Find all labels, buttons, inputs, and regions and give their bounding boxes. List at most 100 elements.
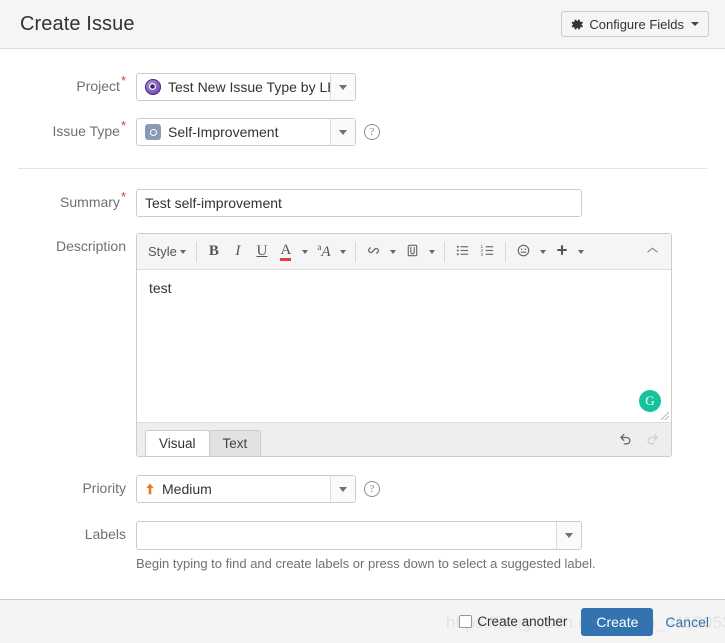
issue-type-label: Issue Type* <box>0 118 136 144</box>
field-row-project: Project* Test New Issue Type by LEO… <box>0 73 725 101</box>
editor-toolbar: Style B I U A aA 1 2 3 <box>137 234 671 270</box>
issue-type-label-text: Issue Type <box>52 123 120 139</box>
numbered-list-button[interactable]: 123 <box>475 239 500 265</box>
create-another-label: Create another <box>477 614 568 629</box>
project-avatar-icon <box>145 79 161 95</box>
priority-select[interactable]: Medium <box>136 475 356 503</box>
footer-actions: Create another Create Cancel <box>459 607 711 636</box>
field-row-summary: Summary* <box>0 189 725 217</box>
description-control: Style B I U A aA 1 2 3 test G Visual Tex… <box>136 233 672 457</box>
collapse-chevron-icon <box>645 243 660 261</box>
project-control: Test New Issue Type by LEO… <box>136 73 356 101</box>
description-editor: Style B I U A aA 1 2 3 test G Visual Tex… <box>136 233 672 457</box>
resize-grip-icon[interactable] <box>661 412 669 420</box>
emoji-button[interactable] <box>511 239 536 265</box>
description-label: Description <box>0 233 136 259</box>
labels-dropdown-arrow[interactable] <box>556 522 581 549</box>
field-row-description: Description Style B I U A aA 1 2 3 test … <box>0 233 725 457</box>
required-asterisk: * <box>120 118 126 134</box>
font-size-button[interactable]: aA <box>312 239 336 265</box>
collapse-toolbar-button[interactable] <box>640 239 665 265</box>
labels-select[interactable] <box>136 521 582 550</box>
labels-label-text: Labels <box>84 526 126 542</box>
issue-type-dropdown-arrow[interactable] <box>330 119 355 145</box>
priority-label-text: Priority <box>82 480 126 496</box>
paperclip-icon <box>405 243 420 261</box>
bulleted-list-button[interactable] <box>450 239 475 265</box>
description-content-area[interactable]: test G <box>137 270 671 422</box>
chevron-down-icon <box>339 84 347 90</box>
dialog-body: Project* Test New Issue Type by LEO… Iss… <box>0 73 725 623</box>
underline-button[interactable]: U <box>250 239 274 265</box>
font-size-a-glyph: aA <box>317 242 331 260</box>
summary-input[interactable] <box>136 189 582 217</box>
svg-text:3: 3 <box>480 252 483 257</box>
issue-type-select[interactable]: Self-Improvement <box>136 118 356 146</box>
project-label: Project* <box>0 73 136 99</box>
project-select[interactable]: Test New Issue Type by LEO… <box>136 73 356 101</box>
priority-help-icon[interactable]: ? <box>364 481 380 497</box>
create-another-checkbox[interactable]: Create another <box>459 614 567 629</box>
text-color-a-glyph: A <box>280 242 292 261</box>
gear-icon <box>571 18 584 31</box>
plus-icon <box>555 243 569 260</box>
style-dropdown-button[interactable]: Style <box>143 239 191 265</box>
issue-type-icon <box>145 124 161 140</box>
bold-button[interactable]: B <box>202 239 226 265</box>
italic-button[interactable]: I <box>226 239 250 265</box>
page-title: Create Issue <box>20 12 135 35</box>
chevron-down-icon <box>339 486 347 492</box>
link-button[interactable] <box>361 239 386 265</box>
field-row-issue-type: Issue Type* Self-Improvement ? <box>0 118 725 146</box>
chevron-down-icon <box>428 249 435 254</box>
description-text: test <box>149 280 172 296</box>
priority-value-text: Medium <box>162 481 212 497</box>
editor-mode-tabs: Visual Text <box>145 423 262 456</box>
text-color-dropdown[interactable] <box>298 239 312 265</box>
required-asterisk: * <box>120 189 126 205</box>
issue-type-selected-value: Self-Improvement <box>137 124 330 140</box>
chevron-down-icon <box>179 249 186 254</box>
cancel-button[interactable]: Cancel <box>663 614 711 630</box>
tab-visual[interactable]: Visual <box>145 430 210 456</box>
link-dropdown[interactable] <box>386 239 400 265</box>
font-size-dropdown[interactable] <box>336 239 350 265</box>
issue-type-control: Self-Improvement ? <box>136 118 380 146</box>
attachment-dropdown[interactable] <box>425 239 439 265</box>
field-row-labels: Labels Begin typing to find and create l… <box>0 521 725 571</box>
configure-fields-button[interactable]: Configure Fields <box>561 11 709 37</box>
summary-label: Summary* <box>0 189 136 215</box>
insert-dropdown[interactable] <box>574 239 588 265</box>
undo-icon[interactable] <box>617 431 633 450</box>
insert-button[interactable] <box>550 239 574 265</box>
grammarly-badge-icon[interactable]: G <box>639 390 661 412</box>
link-icon <box>366 243 381 261</box>
priority-dropdown-arrow[interactable] <box>330 476 355 502</box>
attachment-button[interactable] <box>400 239 425 265</box>
priority-up-arrow-icon <box>145 482 155 496</box>
tab-text[interactable]: Text <box>208 430 262 456</box>
project-label-text: Project <box>76 78 120 94</box>
priority-label: Priority <box>0 475 136 501</box>
labels-label: Labels <box>0 521 136 547</box>
toolbar-separator <box>195 241 197 262</box>
issue-type-help-icon[interactable]: ? <box>364 124 380 140</box>
chevron-down-icon <box>691 22 699 26</box>
numbered-list-icon: 123 <box>480 243 495 261</box>
emoji-dropdown[interactable] <box>536 239 550 265</box>
toolbar-separator <box>354 241 356 262</box>
summary-control <box>136 189 582 217</box>
chevron-down-icon <box>565 533 573 538</box>
project-dropdown-arrow[interactable] <box>330 74 355 100</box>
create-button[interactable]: Create <box>581 607 654 636</box>
chevron-down-icon <box>301 249 308 254</box>
field-row-priority: Priority Medium ? <box>0 475 725 503</box>
text-color-button[interactable]: A <box>274 239 298 265</box>
chevron-down-icon <box>577 249 584 254</box>
style-label: Style <box>148 244 177 259</box>
project-value-text: Test New Issue Type by LEO… <box>168 79 330 95</box>
project-selected-value: Test New Issue Type by LEO… <box>137 79 330 95</box>
emoji-icon <box>516 243 531 261</box>
chevron-down-icon <box>389 249 396 254</box>
dialog-header: Create Issue Configure Fields <box>0 0 725 49</box>
